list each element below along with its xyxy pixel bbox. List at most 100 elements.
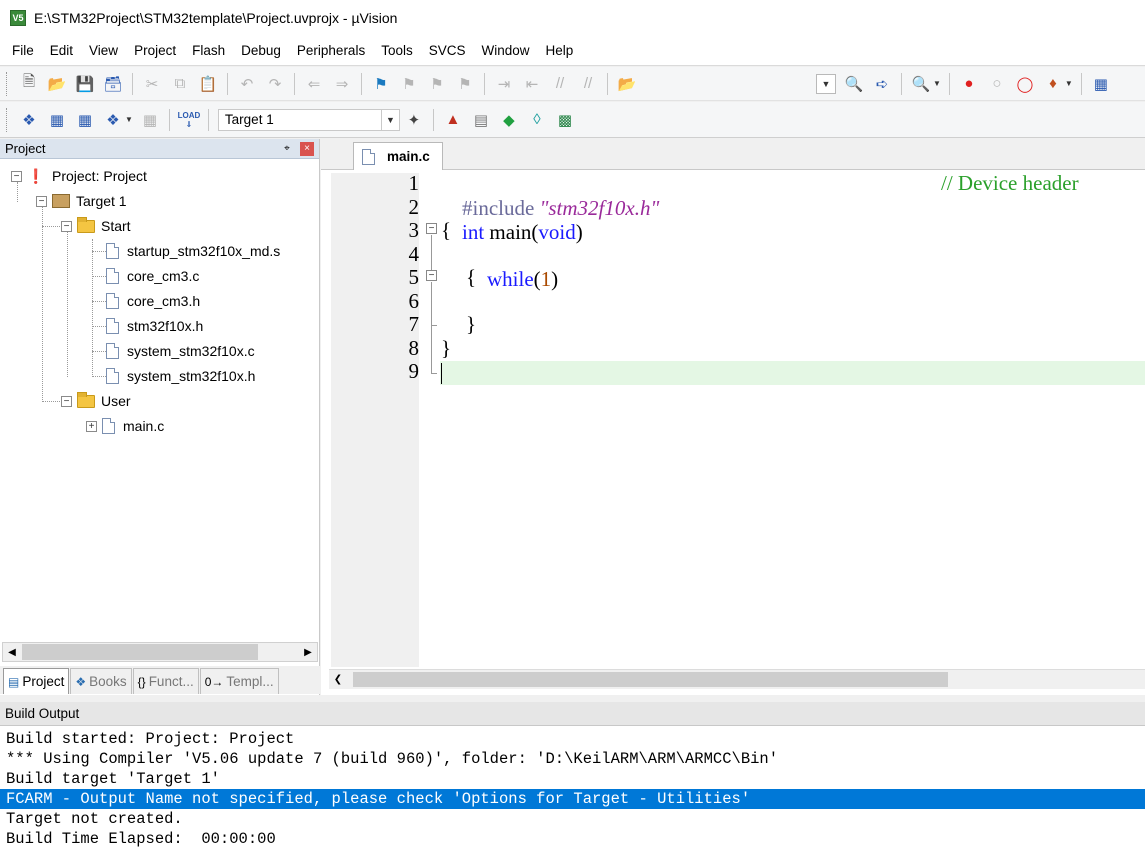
collapse-icon[interactable]: − [61,220,72,232]
cut-icon[interactable]: ✂ [140,72,164,96]
scroll-left-icon[interactable]: ❮ [329,670,347,689]
copy-icon[interactable]: ⧉ [168,72,192,96]
find-dropdown-icon[interactable]: ▼ [816,73,836,94]
save-all-icon[interactable]: 🗃 [101,72,125,96]
comment-icon[interactable]: // [548,72,572,96]
tree-item-file[interactable]: system_stm32f10x.h [106,365,255,387]
menu-view[interactable]: View [81,36,126,66]
clear-bookmarks-icon[interactable]: ⚑ [453,72,477,96]
build-output-line[interactable]: Build Time Elapsed: 00:00:00 [6,829,276,849]
uncomment-icon[interactable]: // [576,72,600,96]
select-packs-icon[interactable]: ▤ [469,108,493,132]
pack-installer-icon[interactable]: ◊ [525,108,549,132]
code-line-5[interactable]: { [466,265,476,290]
editor-horizontal-scrollbar[interactable]: ❮ [329,669,1145,689]
scroll-right-icon[interactable]: ▶ [299,643,317,661]
unindent-icon[interactable]: ⇤ [520,72,544,96]
manage-rte-icon[interactable]: ◆ [497,108,521,132]
build-output-line[interactable]: Build target 'Target 1' [6,769,220,789]
device-database-icon[interactable]: ▩ [553,108,577,132]
debug-session-icon[interactable]: 🔍 [909,72,933,96]
menu-debug[interactable]: Debug [233,36,289,66]
rebuild-icon[interactable]: ▦ [73,108,97,132]
translate-icon[interactable]: ❖ [17,108,41,132]
incremental-find-icon[interactable]: ➪ [870,72,894,96]
menu-help[interactable]: Help [538,36,582,66]
chevron-down-icon[interactable]: ▼ [933,79,941,88]
toolbar-grip[interactable] [6,107,9,132]
fold-collapse-icon[interactable]: − [426,270,437,281]
pin-icon[interactable]: ⌖ [280,142,294,156]
toolbar-grip[interactable] [6,71,9,96]
build-output-line-selected[interactable]: FCARM - Output Name not specified, pleas… [0,789,1145,809]
tree-item-file[interactable]: core_cm3.h [106,290,200,312]
code-line-4[interactable]: while(1) [466,242,558,317]
find-in-files-icon[interactable]: 📂 [615,72,639,96]
tab-main-c[interactable]: main.c [353,142,443,170]
clear-breakpoints-icon[interactable]: ◯ [1013,72,1037,96]
open-folder-icon[interactable]: 📂 [45,72,69,96]
download-load-icon[interactable]: LOAD ⇓ [177,108,201,132]
tab-books[interactable]: ❖ Books [70,668,132,694]
prev-bookmark-icon[interactable]: ⚑ [397,72,421,96]
tree-item-file[interactable]: startup_stm32f10x_md.s [106,240,280,262]
scroll-left-icon[interactable]: ◀ [3,643,21,661]
menu-window[interactable]: Window [473,36,537,66]
chevron-down-icon[interactable]: ▼ [380,109,399,130]
code-comment[interactable]: // Device header [941,171,1079,196]
tree-item-target[interactable]: − Target 1 [36,190,127,212]
fold-collapse-icon[interactable]: − [426,223,437,234]
stop-build-icon[interactable]: ▦ [138,108,162,132]
scrollbar-thumb[interactable] [353,672,948,687]
navigate-forward-icon[interactable]: ⇒ [330,72,354,96]
project-horizontal-scrollbar[interactable]: ◀ ▶ [2,642,318,662]
redo-icon[interactable]: ↷ [263,72,287,96]
tree-item-file[interactable]: + main.c [86,415,164,437]
tree-item-file[interactable]: stm32f10x.h [106,315,203,337]
menu-svcs[interactable]: SVCS [421,36,474,66]
kill-breakpoints-icon[interactable]: ♦ [1041,72,1065,96]
tab-templates[interactable]: 0→ Templ... [199,668,279,694]
build-output-line[interactable]: *** Using Compiler 'V5.06 update 7 (buil… [6,749,778,769]
close-icon[interactable]: × [300,141,314,156]
save-icon[interactable]: 💾 [73,72,97,96]
code-line-8[interactable]: } [441,336,451,361]
tree-item-file[interactable]: system_stm32f10x.c [106,340,255,362]
target-options-icon[interactable]: ✦ [402,108,426,132]
manage-project-items-icon[interactable]: ▲ [441,108,465,132]
collapse-icon[interactable]: − [36,195,47,207]
new-file-icon[interactable]: 🗎 [17,72,41,96]
menu-file[interactable]: File [4,36,42,66]
batch-build-icon[interactable]: ❖ [101,108,125,132]
window-layout-icon[interactable]: ▦ [1089,72,1113,96]
tree-item-project[interactable]: − ❗ Project: Project [11,165,147,187]
navigate-back-icon[interactable]: ⇐ [302,72,326,96]
bookmark-icon[interactable]: ⚑ [369,72,393,96]
breakpoint-icon[interactable]: ● [957,72,981,96]
target-select[interactable]: Target 1 ▼ [217,108,400,131]
undo-icon[interactable]: ↶ [235,72,259,96]
indent-icon[interactable]: ⇥ [492,72,516,96]
code-line-3[interactable]: { [441,218,451,243]
paste-icon[interactable]: 📋 [196,72,220,96]
expand-icon[interactable]: + [86,420,97,432]
code-line-7[interactable]: } [466,312,476,337]
next-bookmark-icon[interactable]: ⚑ [425,72,449,96]
menu-edit[interactable]: Edit [42,36,81,66]
find-icon[interactable]: 🔍 [842,72,866,96]
scrollbar-thumb[interactable] [22,644,258,660]
tab-functions[interactable]: {} Funct... [132,668,199,694]
tree-item-file[interactable]: core_cm3.c [106,265,199,287]
tree-item-group-start[interactable]: − Start [61,215,131,237]
disable-breakpoint-icon[interactable]: ○ [985,72,1009,96]
menu-tools[interactable]: Tools [373,36,421,66]
chevron-down-icon[interactable]: ▼ [1065,79,1073,88]
tab-project[interactable]: ▤ Project [3,668,70,694]
build-icon[interactable]: ▦ [45,108,69,132]
menu-flash[interactable]: Flash [184,36,233,66]
build-output-line[interactable]: Target not created. [6,809,183,829]
collapse-icon[interactable]: − [61,395,72,407]
tree-item-group-user[interactable]: − User [61,390,131,412]
chevron-down-icon[interactable]: ▼ [125,115,133,124]
build-output-line[interactable]: Build started: Project: Project [6,729,294,749]
